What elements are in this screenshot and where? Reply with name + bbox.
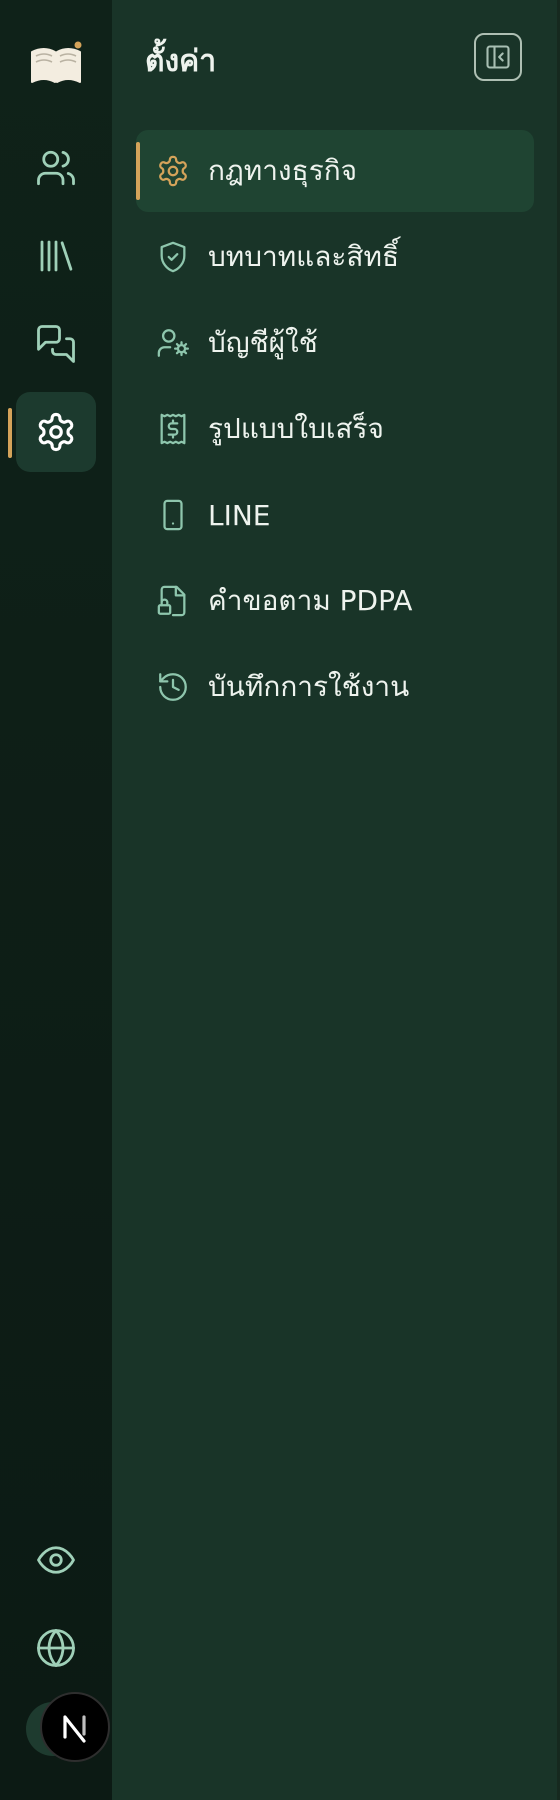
book-logo-icon[interactable] bbox=[28, 40, 84, 88]
menu-item-label: กฎทางธุรกิจ bbox=[208, 154, 358, 187]
settings-icon bbox=[38, 412, 74, 452]
menu-item-label: บทบาทและสิทธิ์ bbox=[208, 240, 400, 273]
rail-preview-button[interactable] bbox=[16, 1520, 96, 1600]
messages-icon bbox=[37, 325, 75, 363]
menu-item-label: บัญชีผู้ใช้ bbox=[208, 326, 318, 359]
library-icon bbox=[40, 240, 73, 272]
rail-messages-button[interactable] bbox=[16, 304, 96, 384]
rail-settings-button[interactable] bbox=[16, 392, 96, 472]
file-lock-icon bbox=[157, 585, 186, 617]
eye-icon bbox=[37, 1546, 75, 1574]
menu-item-roles-permissions[interactable]: บทบาทและสิทธิ์ bbox=[136, 216, 534, 298]
menu-item-line[interactable]: LINE bbox=[136, 474, 534, 556]
globe-icon bbox=[37, 1629, 75, 1667]
panel-left-close-icon bbox=[486, 45, 510, 69]
menu-item-receipt-format[interactable]: รูปแบบใบเสร็จ bbox=[136, 388, 534, 470]
history-icon bbox=[159, 673, 187, 701]
rail-active-indicator bbox=[8, 408, 12, 458]
menu-item-activity-log[interactable]: บันทึกการใช้งาน bbox=[136, 646, 534, 728]
rail-users-button[interactable] bbox=[16, 128, 96, 208]
icon-rail: S bbox=[0, 0, 112, 1800]
menu-item-business-rules[interactable]: กฎทางธุรกิจ bbox=[136, 130, 534, 212]
collapse-sidebar-button[interactable] bbox=[474, 33, 522, 81]
users-icon bbox=[37, 150, 75, 186]
menu-item-label: รูปแบบใบเสร็จ bbox=[208, 412, 384, 445]
user-cog-icon bbox=[157, 329, 190, 357]
shield-check-icon bbox=[160, 241, 186, 273]
receipt-icon bbox=[160, 413, 186, 445]
menu-item-user-accounts[interactable]: บัญชีผู้ใช้ bbox=[136, 302, 534, 384]
menu-item-label: LINE bbox=[208, 498, 271, 532]
menu-item-pdpa-requests[interactable]: คำขอตาม PDPA bbox=[136, 560, 534, 642]
user-menu[interactable]: S bbox=[26, 1692, 116, 1782]
active-indicator bbox=[136, 142, 140, 200]
rail-language-button[interactable] bbox=[16, 1608, 96, 1688]
page-title: ตั้งค่า bbox=[145, 44, 217, 79]
settings-menu: กฎทางธุรกิจ บทบาทและสิทธิ์ บัญชีผู้ใช้ ร… bbox=[136, 130, 534, 732]
framework-badge-icon[interactable] bbox=[40, 1692, 110, 1762]
smartphone-icon bbox=[163, 499, 183, 531]
rail-library-button[interactable] bbox=[16, 216, 96, 296]
menu-item-label: บันทึกการใช้งาน bbox=[208, 670, 410, 703]
menu-item-label: คำขอตาม PDPA bbox=[208, 584, 413, 617]
gear-icon bbox=[159, 155, 187, 187]
